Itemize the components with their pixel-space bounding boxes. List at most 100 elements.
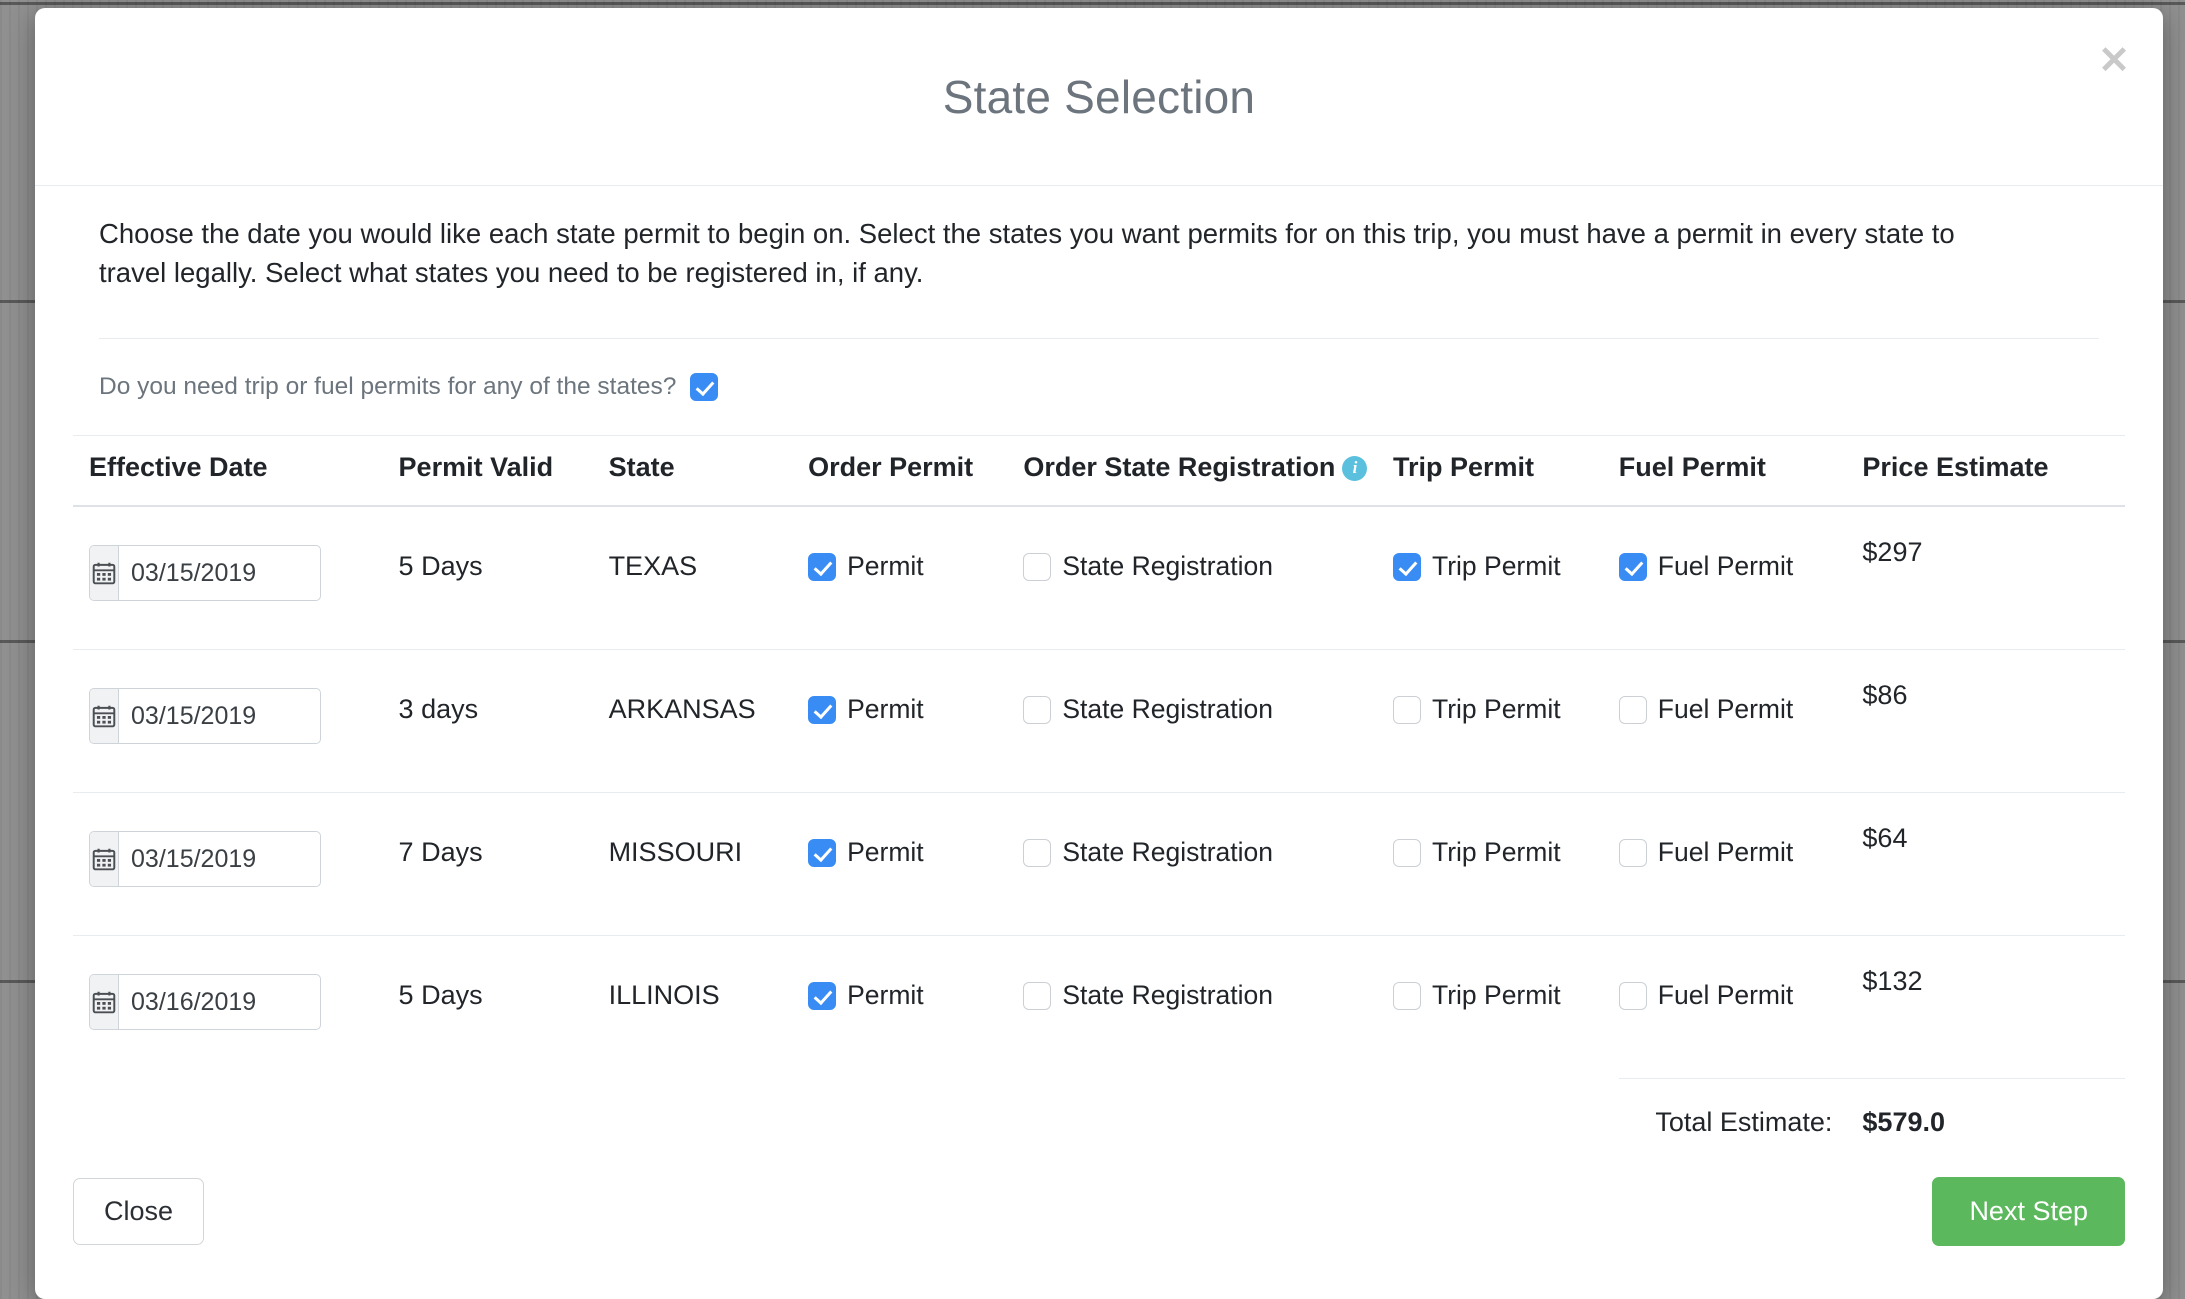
calendar-icon[interactable] — [90, 832, 120, 887]
cell-permit-valid: 3 days — [398, 649, 609, 793]
state-registration-option[interactable]: State Registration — [1023, 980, 1273, 1011]
cell-price-estimate: $297 — [1862, 505, 2125, 650]
cell-trip-permit: Trip Permit — [1393, 792, 1619, 936]
header-state: State — [608, 435, 809, 508]
cell-permit-valid: 5 Days — [398, 935, 609, 1079]
cell-price-estimate: $86 — [1862, 649, 2125, 793]
cell-state: ILLINOIS — [608, 935, 809, 1079]
date-input-group — [89, 688, 321, 745]
order-permit-option[interactable]: Permit — [808, 980, 924, 1011]
header-fuel-permit: Fuel Permit — [1618, 435, 1863, 508]
cell-effective-date — [73, 505, 399, 650]
state-registration-checkbox[interactable] — [1023, 552, 1052, 581]
fuel-permit-option[interactable]: Fuel Permit — [1618, 694, 1793, 725]
fuel-permit-option[interactable]: Fuel Permit — [1618, 551, 1794, 582]
trip-permit-option[interactable]: Trip Permit — [1393, 837, 1561, 868]
date-input-group — [89, 974, 321, 1031]
fuel-permit-checkbox[interactable] — [1618, 695, 1647, 724]
effective-date-input[interactable] — [119, 546, 320, 601]
effective-date-input[interactable] — [119, 975, 320, 1030]
order-permit-label: Permit — [847, 694, 924, 725]
state-registration-checkbox[interactable] — [1023, 838, 1052, 867]
fuel-permit-checkbox[interactable] — [1618, 552, 1647, 581]
cell-fuel-permit: Fuel Permit — [1618, 649, 1863, 793]
trip-permit-checkbox[interactable] — [1393, 552, 1421, 581]
order-permit-label: Permit — [847, 980, 924, 1011]
cell-permit-valid: 7 Days — [398, 792, 609, 936]
cell-order-permit: Permit — [808, 505, 1024, 650]
calendar-icon[interactable] — [90, 689, 120, 744]
cell-price-estimate: $132 — [1862, 935, 2125, 1079]
next-step-button[interactable]: Next Step — [1932, 1177, 2125, 1246]
cell-state: TEXAS — [608, 505, 809, 650]
effective-date-input[interactable] — [119, 689, 320, 744]
effective-date-input[interactable] — [119, 832, 320, 887]
cell-order-permit: Permit — [808, 792, 1024, 936]
trip-permit-checkbox[interactable] — [1393, 838, 1421, 867]
trip-fuel-question-checkbox[interactable] — [690, 373, 719, 402]
state-registration-option[interactable]: State Registration — [1023, 837, 1273, 868]
cell-trip-permit: Trip Permit — [1393, 935, 1619, 1079]
table-row: 7 DaysMISSOURI Permit State Registration Tr… — [73, 792, 2125, 936]
trip-fuel-question-row: Do you need trip or fuel permits for any… — [73, 339, 2125, 435]
trip-fuel-question-label: Do you need trip or fuel permits for any… — [99, 373, 677, 401]
table-header-row: Effective Date Permit Valid State Order … — [73, 435, 2125, 508]
fuel-permit-label: Fuel Permit — [1657, 837, 1794, 868]
state-registration-checkbox[interactable] — [1023, 981, 1052, 1010]
state-registration-option[interactable]: State Registration — [1023, 694, 1273, 725]
order-permit-option[interactable]: Permit — [808, 837, 924, 868]
fuel-permit-label: Fuel Permit — [1657, 980, 1794, 1011]
trip-permit-option[interactable]: Trip Permit — [1393, 551, 1561, 582]
state-registration-label: State Registration — [1062, 980, 1274, 1011]
cell-fuel-permit: Fuel Permit — [1618, 935, 1863, 1079]
order-permit-checkbox[interactable] — [808, 981, 837, 1010]
order-permit-option[interactable]: Permit — [808, 694, 924, 725]
state-registration-checkbox[interactable] — [1023, 695, 1052, 724]
trip-permit-label: Trip Permit — [1432, 551, 1561, 582]
cell-trip-permit: Trip Permit — [1393, 649, 1619, 793]
fuel-permit-option[interactable]: Fuel Permit — [1618, 837, 1794, 868]
calendar-icon[interactable] — [90, 546, 120, 601]
cell-state-registration: State Registration — [1023, 935, 1393, 1079]
cell-permit-valid: 5 Days — [398, 505, 609, 650]
trip-permit-label: Trip Permit — [1432, 980, 1561, 1011]
cell-state: MISSOURI — [608, 792, 809, 936]
table-row: 5 DaysTEXAS Permit State Registration Trip … — [73, 505, 2125, 650]
modal-header: State Selection ✕ — [35, 8, 2163, 186]
trip-permit-checkbox[interactable] — [1393, 695, 1421, 724]
date-input-group — [89, 831, 321, 888]
header-order-permit: Order Permit — [808, 435, 1024, 508]
calendar-icon[interactable] — [90, 975, 120, 1030]
cell-effective-date — [73, 649, 399, 793]
header-trip-permit: Trip Permit — [1393, 435, 1619, 508]
trip-permit-option[interactable]: Trip Permit — [1393, 694, 1561, 725]
state-selection-modal: State Selection ✕ Choose the date you wo… — [35, 8, 2163, 1299]
close-button[interactable]: Close — [73, 1178, 205, 1245]
close-icon[interactable]: ✕ — [2087, 34, 2141, 88]
cell-state: ARKANSAS — [608, 649, 809, 793]
info-icon[interactable]: i — [1342, 455, 1368, 481]
trip-permit-checkbox[interactable] — [1393, 981, 1421, 1010]
header-effective-date: Effective Date — [73, 435, 399, 508]
cell-fuel-permit: Fuel Permit — [1618, 792, 1863, 936]
fuel-permit-checkbox[interactable] — [1618, 838, 1647, 867]
cell-order-permit: Permit — [808, 649, 1024, 793]
date-input-group — [89, 545, 321, 602]
cell-trip-permit: Trip Permit — [1393, 505, 1619, 650]
order-permit-checkbox[interactable] — [808, 695, 837, 724]
order-permit-option[interactable]: Permit — [808, 551, 924, 582]
state-registration-label: State Registration — [1062, 837, 1274, 868]
order-permit-label: Permit — [847, 551, 924, 582]
order-permit-checkbox[interactable] — [808, 552, 837, 581]
fuel-permit-checkbox[interactable] — [1618, 981, 1647, 1010]
fuel-permit-label: Fuel Permit — [1657, 551, 1794, 582]
cell-state-registration: State Registration — [1023, 792, 1393, 936]
fuel-permit-option[interactable]: Fuel Permit — [1618, 980, 1794, 1011]
trip-permit-option[interactable]: Trip Permit — [1393, 980, 1561, 1011]
table-row: 5 DaysILLINOIS Permit State Registration Tr… — [73, 935, 2125, 1079]
header-order-state-registration-label: Order State Registration — [1023, 452, 1336, 483]
table-body: 5 DaysTEXASPermitState RegistrationTrip … — [73, 505, 2125, 1079]
cell-state-registration: State Registration — [1023, 649, 1393, 793]
state-registration-option[interactable]: State Registration — [1023, 551, 1273, 582]
order-permit-checkbox[interactable] — [808, 838, 837, 867]
